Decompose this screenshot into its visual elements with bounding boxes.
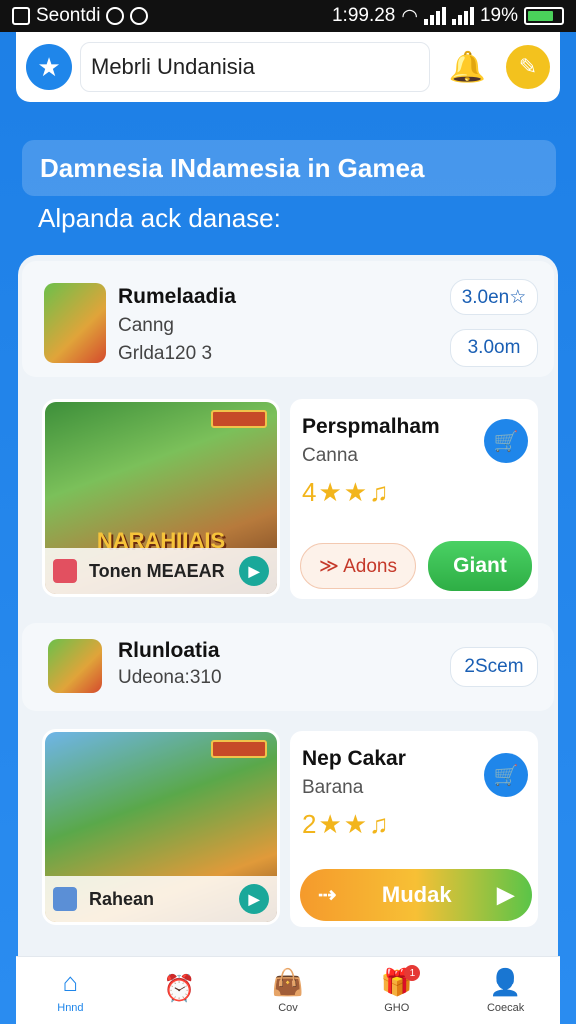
play-icon[interactable]: ▶: [239, 884, 269, 914]
info-title: Nep Cakar: [302, 747, 406, 770]
arrow-icon: ⇢: [318, 882, 337, 907]
app-mini-icon: [53, 887, 77, 911]
mudak-label: Mudak: [381, 882, 452, 907]
battery-icon: [524, 7, 564, 25]
card-bottom-bar: Rahean ▶: [45, 876, 277, 922]
nav-label: Coecak: [486, 1002, 525, 1014]
game-title: Rlunloatia: [118, 639, 220, 662]
user-icon: 👤: [489, 967, 522, 997]
signal-2-icon: [451, 7, 474, 25]
nav-label: Cov: [278, 1002, 298, 1014]
notification-icon: [12, 7, 30, 25]
battery-percent: 19%: [479, 5, 518, 26]
status-bar: Seontdi 1:99.28 ◠ 19%: [0, 0, 576, 32]
app-mini-icon: [53, 559, 77, 583]
game-info-card: Perspmalham Canna 4★★♫ 🛒 ≫ Adons Giant: [290, 399, 538, 599]
game-thumbnail: [48, 639, 102, 693]
nav-label: Hnnd: [57, 1002, 84, 1014]
nav-label: GHO: [384, 1002, 410, 1014]
hero-subtitle: Alpanda ack danase:: [38, 203, 281, 233]
add-button[interactable]: ≫ Adons: [300, 543, 416, 589]
info-subtitle: Canna: [302, 445, 358, 466]
cart-icon[interactable]: 🛒: [484, 753, 528, 797]
profile-icon[interactable]: ✎: [506, 45, 550, 89]
bag-icon: 👜: [271, 967, 305, 997]
game-row-header[interactable]: Rumelaadia Canng Grldа120 3 3.0en☆ 3.0om: [22, 261, 554, 377]
sync-icon: [106, 7, 125, 25]
game-info-card: Nep Cakar Barana 2★★♫ 🛒 ⇢ Mudak ▶: [290, 731, 538, 927]
get-button[interactable]: Giant: [428, 541, 532, 591]
play-icon[interactable]: ▶: [239, 556, 269, 586]
badge-top: [211, 410, 267, 428]
rating-pill[interactable]: 3.0en☆: [450, 279, 538, 315]
info-subtitle: Barana: [302, 777, 364, 798]
nav-alarm[interactable]: ⏰: [125, 957, 234, 1024]
info-title: Perspmalham: [302, 415, 440, 438]
search-value: Mebrli Undanisia: [91, 54, 255, 79]
size-pill[interactable]: 2Scem: [450, 647, 538, 687]
star-logo-icon[interactable]: ★: [26, 44, 72, 90]
nav-user[interactable]: 👤 Coecak: [451, 957, 560, 1024]
size-pill[interactable]: 3.0om: [450, 329, 538, 367]
shield-icon: [130, 7, 149, 25]
alarm-icon: ⏰: [163, 973, 196, 1003]
notification-badge: 1: [404, 965, 421, 981]
game-card-image[interactable]: Rahean ▶: [42, 729, 280, 925]
mudak-button[interactable]: ⇢ Mudak ▶: [300, 869, 532, 921]
chevron-right-icon: ▶: [497, 882, 514, 907]
carrier-label: Seontdi: [36, 5, 101, 26]
hero-title: Damnesia INdamesia in Gamea: [40, 152, 425, 183]
game-thumbnail: [44, 283, 106, 363]
signal-icon: [423, 7, 446, 25]
game-title: Rumelaadia: [118, 285, 236, 308]
card-bottom-label: Rahean: [89, 888, 155, 909]
clock: 1:99.28: [331, 5, 396, 26]
nav-home[interactable]: ⌂ Hnnd: [16, 957, 125, 1024]
search-input[interactable]: Mebrli Undanisia: [80, 42, 430, 92]
game-row-header[interactable]: Rlunloatia Udeona:310 2Scem: [22, 623, 554, 711]
home-icon: ⌂: [62, 967, 79, 997]
bell-icon[interactable]: 🔔: [449, 50, 486, 85]
game-card-image[interactable]: NARAHIIAIS Tonen MEAEAR ▶: [42, 399, 280, 597]
cart-icon[interactable]: 🛒: [484, 419, 528, 463]
nav-bag[interactable]: 👜 Cov: [234, 957, 343, 1024]
bottom-nav: ⌂ Hnnd ⏰ 👜 Cov 🎁 1 GHO 👤 Coecak: [16, 956, 560, 1024]
game-subtitle: Udeona:310: [118, 667, 222, 688]
game-subtitle: Canng: [118, 315, 174, 336]
card-bottom-label: Tonen MEAEAR: [89, 560, 225, 581]
hero-title-bar: Damnesia INdamesia in Gamea: [22, 140, 556, 196]
badge-top: [211, 740, 267, 758]
wifi-icon: ◠: [401, 5, 418, 27]
rating-stars: 4★★♫: [302, 477, 391, 507]
battery-fill: [528, 11, 553, 21]
rating-stars: 2★★♫: [302, 809, 391, 839]
app-header: ★ Mebrli Undanisia 🔔 ✎: [16, 32, 560, 102]
card-bottom-bar: Tonen MEAEAR ▶: [45, 548, 277, 594]
game-meta: Grldа120 3: [118, 343, 213, 364]
games-panel: Rumelaadia Canng Grldа120 3 3.0en☆ 3.0om…: [18, 255, 558, 1015]
nav-gift[interactable]: 🎁 1 GHO: [342, 957, 451, 1024]
